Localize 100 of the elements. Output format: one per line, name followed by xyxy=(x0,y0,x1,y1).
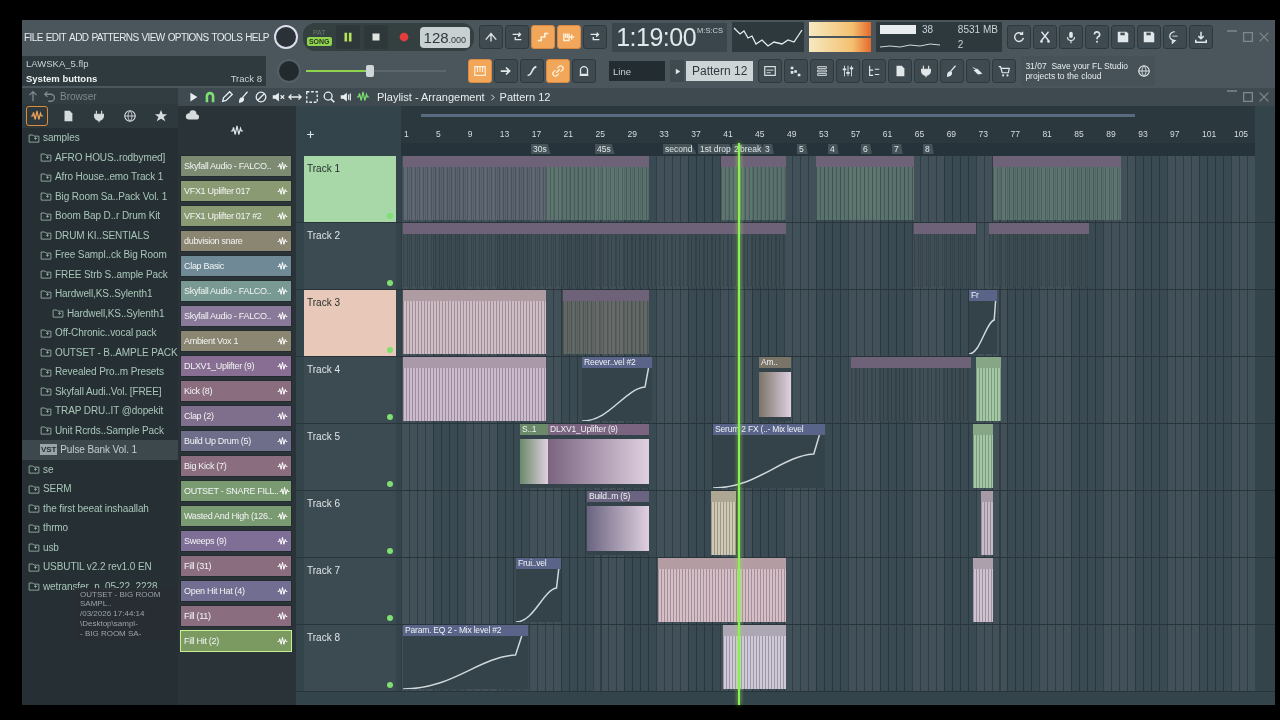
stop-button[interactable] xyxy=(363,25,388,49)
channel-button[interactable]: Big Kick (7) xyxy=(180,455,292,477)
pattern-clip[interactable] xyxy=(914,223,976,287)
pattern-selector[interactable]: Pattern 12 xyxy=(686,61,754,81)
browser-item[interactable]: the first beeat inshaallah xyxy=(22,498,178,518)
plug-button[interactable] xyxy=(914,59,939,83)
loop-button[interactable] xyxy=(583,25,608,49)
audio-clip[interactable] xyxy=(403,290,546,354)
audio-clip[interactable] xyxy=(981,491,993,555)
automation-clip[interactable]: Frui..vel xyxy=(516,558,561,622)
menu-item[interactable]: PATTERNS xyxy=(91,31,139,43)
save-as-button[interactable] xyxy=(1136,25,1161,49)
automation-clip[interactable]: Reever..vel #2 xyxy=(582,357,652,421)
track-header[interactable]: Track 5 xyxy=(304,424,396,490)
mixer-button[interactable] xyxy=(836,59,861,83)
time-marker[interactable]: 6 xyxy=(861,144,872,154)
speaker-icon[interactable] xyxy=(339,90,353,104)
pattern-clip[interactable] xyxy=(563,290,649,354)
time-marker[interactable]: 4 xyxy=(828,144,839,154)
document-button[interactable] xyxy=(888,59,913,83)
tree-button[interactable] xyxy=(862,59,887,83)
master-volume-slider[interactable] xyxy=(306,64,446,78)
channel-button[interactable]: dubvision snare xyxy=(180,230,292,252)
track-enable-led[interactable] xyxy=(387,414,393,420)
browser-item[interactable]: TRAP DRU..IT @dopekit xyxy=(22,401,178,421)
undo-button[interactable] xyxy=(1006,25,1031,49)
channel-button[interactable]: Fill (31) xyxy=(180,555,292,577)
snap-dropdown[interactable]: Line xyxy=(609,61,665,81)
tempo-field[interactable]: 128.000 xyxy=(419,26,471,48)
browser-item[interactable]: samples xyxy=(22,128,178,148)
steps-button[interactable] xyxy=(531,25,556,49)
track-header[interactable]: Track 2 xyxy=(304,223,396,289)
bell-button[interactable] xyxy=(572,59,596,83)
automation-clip[interactable]: Fr xyxy=(969,290,997,354)
keyboard-plus-button[interactable] xyxy=(557,25,582,49)
track-enable-led[interactable] xyxy=(387,615,393,621)
channel-button[interactable]: DLXV1_Uplifter (9) xyxy=(180,355,292,377)
channel-button[interactable]: Sweeps (9) xyxy=(180,530,292,552)
browser-tab[interactable] xyxy=(26,106,48,126)
loop-record-button[interactable] xyxy=(505,25,530,49)
browser-item[interactable]: SERM xyxy=(22,479,178,499)
pattern-clip[interactable] xyxy=(403,156,546,220)
browser-item[interactable]: thrmo xyxy=(22,518,178,538)
chat-button[interactable] xyxy=(1162,25,1187,49)
audio-clip[interactable] xyxy=(723,625,786,689)
browser-item[interactable]: Free Sampl..ck Big Room xyxy=(22,245,178,265)
time-marker[interactable]: 5 xyxy=(797,144,808,154)
brush-icon[interactable] xyxy=(237,90,251,104)
pencil-icon[interactable] xyxy=(220,90,234,104)
audio-clip[interactable] xyxy=(658,558,786,622)
browser-item[interactable]: VST Pulse Bank Vol. 1 xyxy=(22,440,178,460)
browser-item[interactable]: Off-Chronic..vocal pack xyxy=(22,323,178,343)
pattern-clip[interactable] xyxy=(993,156,1121,220)
pause-button[interactable] xyxy=(335,25,360,49)
curve-button[interactable] xyxy=(520,59,544,83)
browser-item[interactable]: Boom Bap D..r Drum Kit xyxy=(22,206,178,226)
browser-item[interactable]: Unit Rcrds..Sample Pack xyxy=(22,420,178,440)
audio-clip[interactable]: Am.. xyxy=(759,357,791,421)
pattern-clip[interactable] xyxy=(546,156,649,220)
channel-button[interactable]: Skyfall Audio - FALCO.. xyxy=(180,305,292,327)
time-marker[interactable]: second xyxy=(663,144,697,154)
track-header[interactable]: Track 1 xyxy=(304,156,396,222)
delete-icon[interactable] xyxy=(254,90,268,104)
browser-item[interactable]: Hardwell,KS..Sylenth1 xyxy=(22,284,178,304)
channel-button[interactable]: Clap (2) xyxy=(180,405,292,427)
audio-clip[interactable] xyxy=(973,558,993,622)
menu-item[interactable]: OPTIONS xyxy=(167,31,209,43)
pattern-clip[interactable] xyxy=(721,156,786,220)
help-button[interactable] xyxy=(1084,25,1109,49)
browser-item[interactable]: FREE Strb S..ample Pack xyxy=(22,264,178,284)
audio-clip[interactable]: S..1 xyxy=(520,424,548,488)
channel-button[interactable]: Skyfall Audio - FALCO.. xyxy=(180,155,292,177)
channel-button[interactable]: Build Up Drum (5) xyxy=(180,430,292,452)
menu-item[interactable]: EDIT xyxy=(45,31,67,43)
automation-clip[interactable]: Param. EQ 2 - Mix level #2 xyxy=(403,625,528,689)
track-enable-led[interactable] xyxy=(387,481,393,487)
news-panel[interactable]: 31/07 Save your FL Studio projects to the cloud xyxy=(1021,56,1156,86)
audio-clip[interactable] xyxy=(403,357,546,421)
audio-clip[interactable] xyxy=(976,357,1001,421)
arrow-right-button[interactable] xyxy=(494,59,518,83)
main-volume-knob[interactable] xyxy=(273,25,298,49)
track-enable-led[interactable] xyxy=(387,548,393,554)
menu-item[interactable]: FILE xyxy=(24,31,43,43)
playlist-pattern[interactable]: Pattern 12 xyxy=(499,91,551,103)
channel-button[interactable]: Kick (8) xyxy=(180,380,292,402)
zoom-icon[interactable] xyxy=(322,90,336,104)
browser-item[interactable]: USBUTIL v2.2 rev1.0 EN xyxy=(22,557,178,577)
time-marker[interactable]: 30s xyxy=(531,144,551,154)
time-marker[interactable]: 3 xyxy=(763,144,774,154)
pattern-clip[interactable] xyxy=(403,223,651,287)
browser-item[interactable]: se xyxy=(22,459,178,479)
browser-item[interactable]: Revealed Pro..m Presets xyxy=(22,362,178,382)
pattern-clip[interactable] xyxy=(851,357,971,421)
pattern-arrow-button[interactable] xyxy=(670,60,684,82)
track-header[interactable]: Track 8 xyxy=(304,625,396,691)
track-header[interactable]: Track 7 xyxy=(304,558,396,624)
track-enable-led[interactable] xyxy=(387,213,393,219)
browser-item[interactable]: Big Room Sa..Pack Vol. 1 xyxy=(22,186,178,206)
menu-item[interactable]: ADD xyxy=(69,31,89,43)
timeline-ruler[interactable]: 1 5 9 13 17 21 25 29 33 37 41 45 49 53 57 61 65 69 73 77 81 85 89 93 97 101 105 xyxy=(401,126,1255,143)
